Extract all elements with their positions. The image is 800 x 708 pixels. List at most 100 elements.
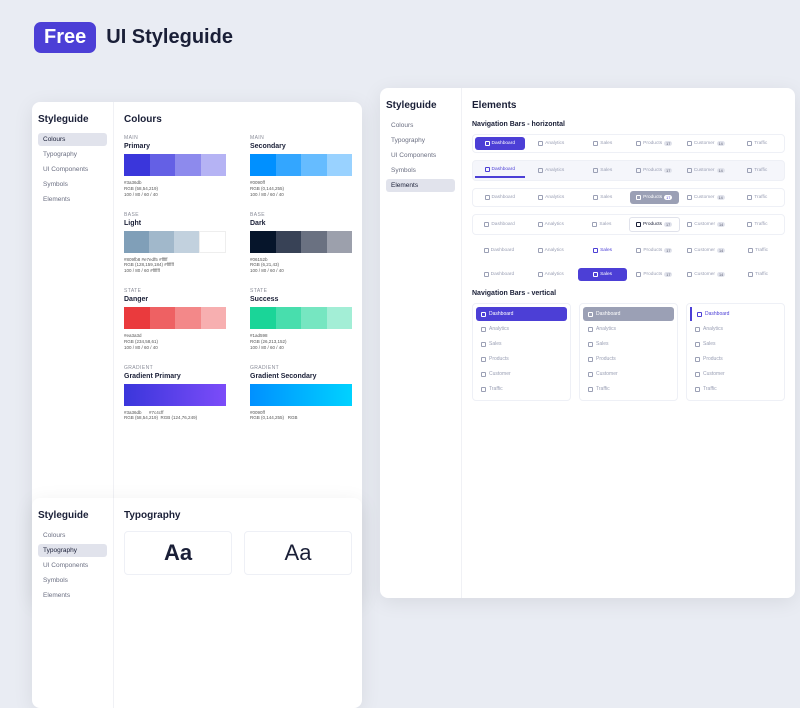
nav-item-traffic[interactable]: Traffic xyxy=(733,217,782,232)
nav-item-dashboard[interactable]: Dashboard xyxy=(475,137,525,150)
nav-item-customer[interactable]: Customer xyxy=(690,367,781,381)
grid-icon xyxy=(687,195,692,200)
nav-item-traffic[interactable]: Traffic xyxy=(690,382,781,396)
nav-item-sales[interactable]: Sales xyxy=(577,217,626,232)
nav-item-customer[interactable]: Customer14 xyxy=(681,244,731,257)
nav-item-sales[interactable]: Sales xyxy=(578,191,628,204)
nav-item-sales[interactable]: Sales xyxy=(578,163,628,178)
sidebar: Styleguide Colours Typography UI Compone… xyxy=(32,498,114,708)
nav-item-products[interactable]: Products17 xyxy=(630,137,680,150)
nav-item-customer[interactable]: Customer14 xyxy=(681,191,731,204)
grid-icon xyxy=(484,222,489,227)
count-badge: 17 xyxy=(664,195,672,200)
sidebar-title: Styleguide xyxy=(38,114,107,125)
nav-item-products[interactable]: Products17 xyxy=(630,163,680,178)
nav-item-dashboard[interactable]: Dashboard xyxy=(475,191,525,204)
count-badge: 17 xyxy=(664,248,672,253)
nav-item-sales[interactable]: Sales xyxy=(690,337,781,351)
nav-item-customer[interactable]: Customer xyxy=(476,367,567,381)
nav-item-analytics[interactable]: Analytics xyxy=(527,163,577,178)
sidebar-item-symbols[interactable]: Symbols xyxy=(38,178,107,191)
grid-icon xyxy=(695,387,700,392)
nav-item-customer[interactable]: Customer14 xyxy=(682,217,731,232)
nav-item-analytics[interactable]: Analytics xyxy=(526,217,575,232)
grid-icon xyxy=(695,327,700,332)
nav-item-products[interactable]: Products xyxy=(690,352,781,366)
grid-icon xyxy=(481,312,486,317)
swatch-gradient-secondary: GRADIENT Gradient Secondary #0090ffRGB (… xyxy=(250,365,352,422)
nav-bar-horizontal: DashboardAnalyticsSalesProducts17Custome… xyxy=(472,266,785,283)
grid-icon xyxy=(636,195,641,200)
nav-item-dashboard[interactable]: Dashboard xyxy=(474,268,524,281)
nav-item-analytics[interactable]: Analytics xyxy=(476,322,567,336)
count-badge: 17 xyxy=(664,272,672,277)
nav-item-analytics[interactable]: Analytics xyxy=(526,244,576,257)
nav-bar-vertical: DashboardAnalyticsSalesProductsCustomerT… xyxy=(686,303,785,401)
grid-icon xyxy=(748,272,753,277)
nav-item-products[interactable]: Products17 xyxy=(630,191,680,204)
page-title: UI Styleguide xyxy=(106,26,233,49)
elements-title: Elements xyxy=(472,100,785,111)
sidebar-item-typography[interactable]: Typography xyxy=(38,148,107,161)
nav-item-products[interactable]: Products xyxy=(583,352,674,366)
colours-title: Colours xyxy=(124,114,352,125)
grid-icon xyxy=(592,222,597,227)
grid-icon xyxy=(636,248,641,253)
nav-item-products[interactable]: Products17 xyxy=(629,217,680,232)
nav-item-products[interactable]: Products17 xyxy=(629,268,679,281)
nav-item-sales[interactable]: Sales xyxy=(578,137,628,150)
nav-item-customer[interactable]: Customer14 xyxy=(681,137,731,150)
swatch-danger: STATE Danger #ea3a3dRGB (234,58,61)100 /… xyxy=(124,288,226,351)
swatch-dark: BASE Dark #06152bRGB (6,21,43)100 / 80 /… xyxy=(250,212,352,275)
nav-item-traffic[interactable]: Traffic xyxy=(476,382,567,396)
nav-item-products[interactable]: Products17 xyxy=(629,244,679,257)
typography-title: Typography xyxy=(124,510,352,521)
nav-item-dashboard[interactable]: Dashboard xyxy=(475,163,525,178)
grid-icon xyxy=(588,372,593,377)
nav-item-dashboard[interactable]: Dashboard xyxy=(476,307,567,321)
nav-item-traffic[interactable]: Traffic xyxy=(733,163,783,178)
nav-item-customer[interactable]: Customer xyxy=(583,367,674,381)
grid-icon xyxy=(687,222,692,227)
nav-item-analytics[interactable]: Analytics xyxy=(690,322,781,336)
grid-icon xyxy=(481,387,486,392)
nav-item-analytics[interactable]: Analytics xyxy=(527,137,577,150)
sidebar-item-colours[interactable]: Colours xyxy=(38,133,107,146)
nav-item-customer[interactable]: Customer14 xyxy=(681,163,731,178)
grid-icon xyxy=(747,195,752,200)
nav-item-dashboard[interactable]: Dashboard xyxy=(475,217,524,232)
nav-item-traffic[interactable]: Traffic xyxy=(583,382,674,396)
grid-icon xyxy=(588,312,593,317)
nav-item-sales[interactable]: Sales xyxy=(578,244,628,257)
grid-icon xyxy=(747,141,752,146)
nav-vertical-heading: Navigation Bars - vertical xyxy=(472,290,785,297)
sidebar-item-elements[interactable]: Elements xyxy=(38,193,107,206)
swatch-primary: MAIN Primary #3a36dbRGB (58,54,219)100 /… xyxy=(124,135,226,198)
grid-icon xyxy=(588,387,593,392)
nav-item-sales[interactable]: Sales xyxy=(578,268,628,281)
nav-item-traffic[interactable]: Traffic xyxy=(733,191,783,204)
nav-item-analytics[interactable]: Analytics xyxy=(527,191,577,204)
grid-icon xyxy=(695,357,700,362)
nav-item-dashboard[interactable]: Dashboard xyxy=(690,307,781,321)
nav-bar-vertical: DashboardAnalyticsSalesProductsCustomerT… xyxy=(579,303,678,401)
grid-icon xyxy=(481,372,486,377)
sidebar-item-uicomponents[interactable]: UI Components xyxy=(38,163,107,176)
nav-item-sales[interactable]: Sales xyxy=(583,337,674,351)
nav-item-products[interactable]: Products xyxy=(476,352,567,366)
nav-item-sales[interactable]: Sales xyxy=(476,337,567,351)
nav-item-traffic[interactable]: Traffic xyxy=(733,137,783,150)
nav-item-dashboard[interactable]: Dashboard xyxy=(474,244,524,257)
grid-icon xyxy=(748,248,753,253)
nav-item-traffic[interactable]: Traffic xyxy=(733,244,783,257)
nav-bar-horizontal: DashboardAnalyticsSalesProducts17Custome… xyxy=(472,160,785,181)
nav-item-analytics[interactable]: Analytics xyxy=(526,268,576,281)
grid-icon xyxy=(687,141,692,146)
nav-item-dashboard[interactable]: Dashboard xyxy=(583,307,674,321)
count-badge: 14 xyxy=(717,141,725,146)
nav-item-customer[interactable]: Customer14 xyxy=(681,268,731,281)
page-header: Free UI Styleguide xyxy=(0,0,800,53)
type-sample-a: Aa xyxy=(124,531,232,575)
nav-item-analytics[interactable]: Analytics xyxy=(583,322,674,336)
nav-item-traffic[interactable]: Traffic xyxy=(733,268,783,281)
